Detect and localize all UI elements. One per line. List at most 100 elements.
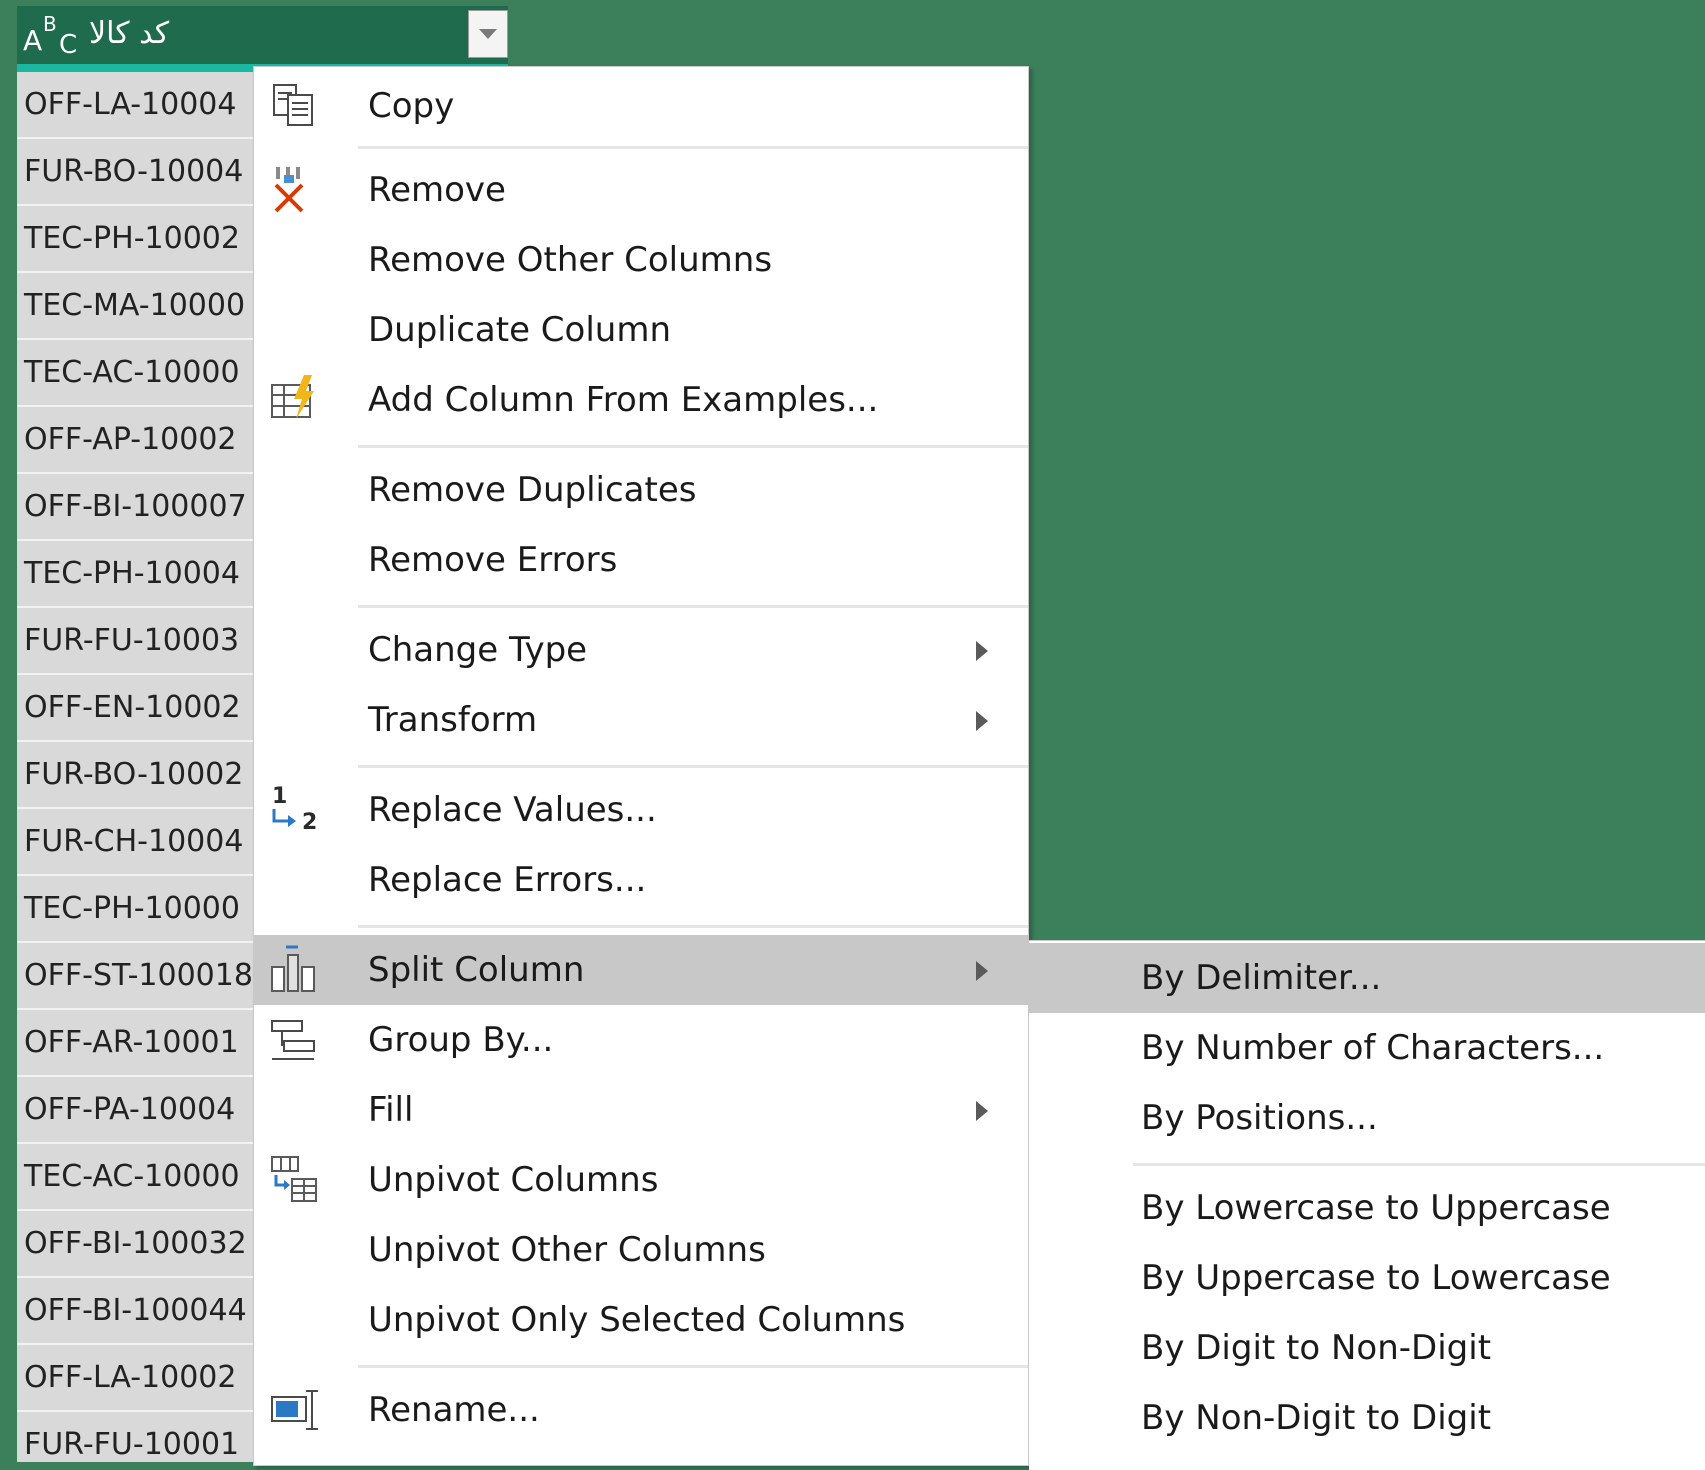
menu-separator	[358, 445, 1028, 448]
submenu-item-label: By Positions...	[1141, 1098, 1378, 1138]
menu-item-remove-other-columns[interactable]: Remove Other Columns	[254, 225, 1028, 295]
table-row[interactable]: FUR-CH-10004	[17, 809, 257, 876]
table-row[interactable]: TEC-PH-10002	[17, 206, 257, 273]
menu-item-label: Remove Other Columns	[368, 240, 773, 280]
menu-item-group-by[interactable]: Group By...	[254, 1005, 1028, 1075]
menu-item-label: Unpivot Other Columns	[368, 1230, 766, 1270]
submenu-item-label: By Lowercase to Uppercase	[1141, 1188, 1611, 1228]
menu-item-label: Transform	[368, 700, 538, 740]
table-row[interactable]: TEC-PH-10004	[17, 541, 257, 608]
chevron-right-icon	[976, 961, 988, 981]
submenu-item-by-positions[interactable]: By Positions...	[1029, 1083, 1705, 1153]
menu-item-unpivot-only-selected-columns[interactable]: Unpivot Only Selected Columns	[254, 1285, 1028, 1355]
menu-separator	[358, 146, 1028, 149]
menu-item-replace-errors[interactable]: Replace Errors...	[254, 845, 1028, 915]
split-column-submenu: By Delimiter... By Number of Characters.…	[1029, 940, 1705, 1470]
chevron-down-icon	[479, 29, 497, 39]
type-icon-c: C	[59, 30, 78, 60]
table-row[interactable]: TEC-AC-10000	[17, 1144, 257, 1211]
table-row[interactable]: OFF-EN-10002	[17, 675, 257, 742]
table-row[interactable]: OFF-ST-100018	[17, 943, 257, 1010]
menu-item-change-type[interactable]: Change Type	[254, 615, 1028, 685]
rename-icon	[268, 1385, 322, 1435]
menu-item-label: Change Type	[368, 630, 588, 670]
table-row[interactable]: OFF-LA-10002	[17, 1345, 257, 1412]
split-column-icon	[268, 945, 322, 995]
table-row[interactable]: TEC-MA-10000	[17, 273, 257, 340]
menu-item-label: Add Column From Examples...	[368, 380, 879, 420]
table-row[interactable]: OFF-BI-100032	[17, 1211, 257, 1278]
menu-item-label: Duplicate Column	[368, 310, 671, 350]
table-row[interactable]: OFF-AP-10002	[17, 407, 257, 474]
submenu-item-label: By Digit to Non-Digit	[1141, 1328, 1492, 1368]
submenu-item-by-lowercase-to-uppercase[interactable]: By Lowercase to Uppercase	[1029, 1173, 1705, 1243]
table-row[interactable]: OFF-AR-10001	[17, 1010, 257, 1077]
menu-item-label: Remove Errors	[368, 540, 618, 580]
remove-column-icon	[268, 165, 322, 215]
replace-values-icon: 1 2	[268, 784, 322, 835]
submenu-item-by-delimiter[interactable]: By Delimiter...	[1029, 943, 1705, 1013]
chevron-right-icon	[976, 711, 988, 731]
svg-text:2: 2	[302, 810, 317, 835]
menu-item-split-column[interactable]: Split Column	[254, 935, 1028, 1005]
submenu-item-label: By Number of Characters...	[1141, 1028, 1605, 1068]
chevron-right-icon	[976, 641, 988, 661]
table-row[interactable]: OFF-BI-100007	[17, 474, 257, 541]
table-row[interactable]: FUR-FU-10003	[17, 608, 257, 675]
add-column-from-examples-icon	[268, 375, 322, 425]
svg-text:1: 1	[272, 785, 287, 809]
table-row[interactable]: TEC-PH-10000	[17, 876, 257, 943]
menu-item-label: Group By...	[368, 1020, 554, 1060]
menu-item-label: Unpivot Columns	[368, 1160, 659, 1200]
data-column: OFF-LA-10004 FUR-BO-10004 TEC-PH-10002 T…	[17, 72, 257, 1462]
table-row[interactable]: FUR-BO-10004	[17, 139, 257, 206]
column-context-menu: Copy Remove Remove Other Columns Duplica…	[253, 66, 1029, 1466]
column-header[interactable]: A B C کد کالا	[17, 6, 508, 64]
type-icon-b: B	[43, 12, 57, 36]
submenu-item-by-non-digit-to-digit[interactable]: By Non-Digit to Digit	[1029, 1383, 1705, 1453]
menu-item-label: Remove Duplicates	[368, 470, 697, 510]
submenu-item-label: By Delimiter...	[1141, 958, 1382, 998]
menu-separator	[358, 605, 1028, 608]
menu-item-remove-duplicates[interactable]: Remove Duplicates	[254, 455, 1028, 525]
menu-item-fill[interactable]: Fill	[254, 1075, 1028, 1145]
table-row[interactable]: OFF-PA-10004	[17, 1077, 257, 1144]
text-type-icon[interactable]: A B C	[23, 12, 83, 60]
menu-item-label: Remove	[368, 170, 506, 210]
menu-item-label: Split Column	[368, 950, 585, 990]
table-row[interactable]: OFF-LA-10004	[17, 72, 257, 139]
copy-icon	[268, 81, 322, 131]
menu-item-remove-errors[interactable]: Remove Errors	[254, 525, 1028, 595]
menu-item-copy[interactable]: Copy	[254, 71, 1028, 141]
chevron-right-icon	[976, 1101, 988, 1121]
table-row[interactable]: FUR-BO-10002	[17, 742, 257, 809]
menu-separator	[358, 1365, 1028, 1368]
unpivot-columns-icon	[268, 1155, 322, 1205]
menu-item-unpivot-columns[interactable]: Unpivot Columns	[254, 1145, 1028, 1215]
menu-item-add-column-from-examples[interactable]: Add Column From Examples...	[254, 365, 1028, 435]
menu-item-label: Fill	[368, 1090, 414, 1130]
menu-separator	[358, 765, 1028, 768]
group-by-icon	[268, 1015, 322, 1065]
menu-item-transform[interactable]: Transform	[254, 685, 1028, 755]
menu-item-label: Unpivot Only Selected Columns	[368, 1300, 906, 1340]
menu-item-unpivot-other-columns[interactable]: Unpivot Other Columns	[254, 1215, 1028, 1285]
type-icon-a: A	[23, 24, 43, 57]
table-row[interactable]: TEC-AC-10000	[17, 340, 257, 407]
submenu-item-by-uppercase-to-lowercase[interactable]: By Uppercase to Lowercase	[1029, 1243, 1705, 1313]
menu-item-label: Rename...	[368, 1390, 540, 1430]
menu-item-replace-values[interactable]: 1 2 Replace Values...	[254, 775, 1028, 845]
menu-item-label: Replace Errors...	[368, 860, 647, 900]
menu-item-label: Replace Values...	[368, 790, 657, 830]
menu-separator	[358, 925, 1028, 928]
column-filter-dropdown-button[interactable]	[468, 10, 508, 58]
submenu-item-by-number-of-characters[interactable]: By Number of Characters...	[1029, 1013, 1705, 1083]
submenu-item-label: By Non-Digit to Digit	[1141, 1398, 1492, 1438]
submenu-item-by-digit-to-non-digit[interactable]: By Digit to Non-Digit	[1029, 1313, 1705, 1383]
submenu-item-label: By Uppercase to Lowercase	[1141, 1258, 1611, 1298]
menu-item-duplicate-column[interactable]: Duplicate Column	[254, 295, 1028, 365]
table-row[interactable]: OFF-BI-100044	[17, 1278, 257, 1345]
column-title: کد کالا	[89, 16, 170, 51]
menu-item-remove[interactable]: Remove	[254, 155, 1028, 225]
menu-item-rename[interactable]: Rename...	[254, 1375, 1028, 1445]
